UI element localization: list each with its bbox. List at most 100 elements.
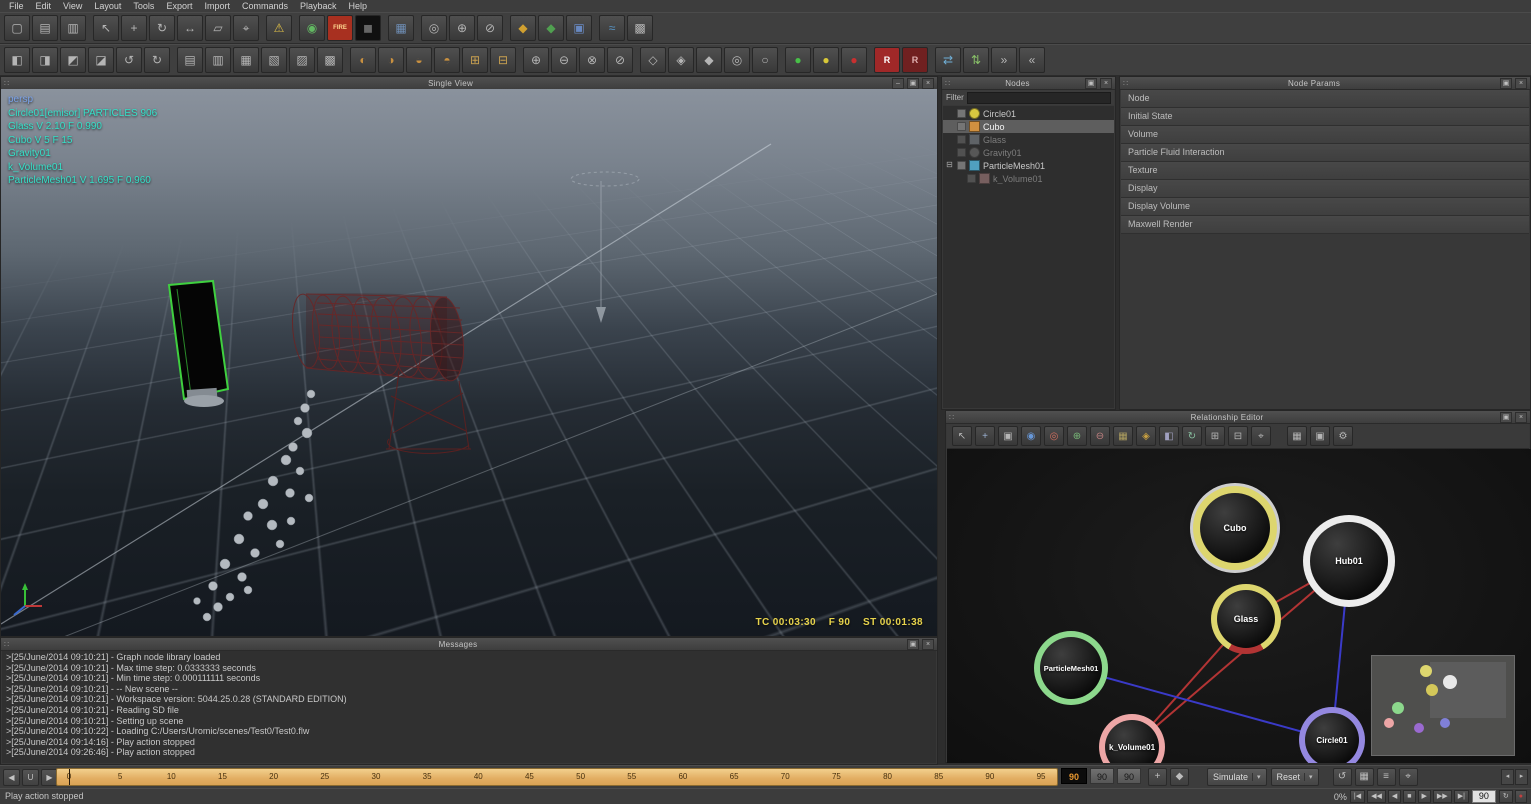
cube-object-icon[interactable]: ◆ <box>510 15 536 41</box>
re-unlink-icon[interactable]: ◎ <box>1044 426 1064 446</box>
param-section-maxwell-render[interactable]: Maxwell Render <box>1121 216 1529 234</box>
panel-grip-icon[interactable]: ∷ <box>945 79 950 88</box>
layout-quad-icon[interactable]: ▦ <box>233 47 259 73</box>
timeline-scroll-left-button[interactable]: ◀ <box>3 769 20 786</box>
mesh-standard-icon[interactable]: ◇ <box>640 47 666 73</box>
daemon-wind-icon[interactable]: ⊖ <box>551 47 577 73</box>
menu-export[interactable]: Export <box>160 1 198 11</box>
param-section-volume[interactable]: Volume <box>1121 126 1529 144</box>
sync-icon[interactable]: « <box>1019 47 1045 73</box>
menu-import[interactable]: Import <box>198 1 236 11</box>
float-button[interactable]: ▣ <box>907 77 919 89</box>
marker-button[interactable]: ◆ <box>1170 767 1189 786</box>
re-add-node-icon[interactable]: ⊕ <box>1067 426 1087 446</box>
graph-node-glass[interactable]: Glass <box>1211 584 1281 654</box>
re-layout-icon[interactable]: ▦ <box>1113 426 1133 446</box>
timeline-sync-button[interactable]: U <box>22 769 39 786</box>
simulate-dropdown-arrow[interactable]: ▾ <box>1252 772 1261 781</box>
re-color-mode-icon[interactable]: ◈ <box>1136 426 1156 446</box>
float-button[interactable]: ▣ <box>1085 77 1097 89</box>
center-playhead-button[interactable]: ⌖ <box>1398 767 1418 786</box>
node-item-circle01[interactable]: Circle01 <box>943 107 1114 120</box>
camera-view-icon[interactable]: ▦ <box>388 15 414 41</box>
layout-custom-icon[interactable]: ▩ <box>317 47 343 73</box>
loop-playback-button[interactable]: ↻ <box>1498 790 1513 803</box>
emitter-object[interactable] <box>167 279 230 407</box>
expander-icon[interactable]: ⊟ <box>945 161 954 170</box>
timeline-track[interactable]: 05101520253035404550556065707580859095 <box>56 768 1058 786</box>
graph-node-cubo[interactable]: Cubo <box>1193 486 1277 570</box>
scale-tool-icon[interactable]: ↔ <box>177 15 203 41</box>
param-section-display-volume[interactable]: Display Volume <box>1121 198 1529 216</box>
grid-layers-icon[interactable]: ▩ <box>627 15 653 41</box>
move-tool-icon[interactable]: + <box>121 15 147 41</box>
float-button[interactable]: ▣ <box>1500 411 1512 423</box>
new-scene-icon[interactable]: ▢ <box>4 15 30 41</box>
add-keyframe-button[interactable]: + <box>1148 767 1167 786</box>
re-table-view-icon[interactable]: ▦ <box>1287 426 1307 446</box>
node-item-gravity01[interactable]: Gravity01 <box>943 146 1114 159</box>
link-node-icon[interactable]: ⊕ <box>449 15 475 41</box>
panel-grip-icon[interactable]: ∷ <box>4 640 9 649</box>
node-item-cubo[interactable]: Cubo <box>943 120 1114 133</box>
panel-grip-icon[interactable]: ∷ <box>4 79 9 88</box>
relationship-minimap[interactable] <box>1371 655 1515 756</box>
maxwell-display-icon[interactable]: ◼ <box>355 15 381 41</box>
fire-preview-icon[interactable]: FIRE <box>327 15 353 41</box>
export-data-icon[interactable]: ◩ <box>60 47 86 73</box>
re-zoom-out-icon[interactable]: ⊟ <box>1228 426 1248 446</box>
relationship-graph-canvas[interactable]: Cubo Hub01 Glass ParticleMesh01 k_Volume01 Ci… <box>947 449 1531 763</box>
step-back-button[interactable]: ◀◀ <box>1367 790 1386 803</box>
layout-horizontal-icon[interactable]: ▧ <box>261 47 287 73</box>
timeline-collapse-left-button[interactable]: ◂ <box>1501 768 1514 785</box>
pivot-tool-icon[interactable]: ⌖ <box>233 15 259 41</box>
panel-grip-icon[interactable]: ∷ <box>1123 79 1128 88</box>
undo-icon[interactable]: ↺ <box>116 47 142 73</box>
import-data-icon[interactable]: ◪ <box>88 47 114 73</box>
mesh-object-icon[interactable]: ◆ <box>538 15 564 41</box>
reset-dropdown-arrow[interactable]: ▾ <box>1304 772 1313 781</box>
loop-mode-button[interactable]: ↺ <box>1332 767 1352 786</box>
close-button[interactable]: × <box>922 77 934 89</box>
object-cube-icon[interactable]: ⊞ <box>462 47 488 73</box>
re-remove-node-icon[interactable]: ⊖ <box>1090 426 1110 446</box>
render-icon[interactable]: R <box>874 47 900 73</box>
step-forward-button[interactable]: ▶▶ <box>1432 790 1452 803</box>
redo-icon[interactable]: ↻ <box>144 47 170 73</box>
menu-file[interactable]: File <box>3 1 30 11</box>
graph-node-particlemesh01[interactable]: ParticleMesh01 <box>1034 631 1108 705</box>
mesh-renderkit-icon[interactable]: ◈ <box>668 47 694 73</box>
layout-split-icon[interactable]: ▥ <box>205 47 231 73</box>
options-button[interactable]: ≡ <box>1376 767 1396 786</box>
timeline-collapse-right-button[interactable]: ▸ <box>1515 768 1528 785</box>
emitter-square-icon[interactable]: ◑ <box>378 47 404 73</box>
param-section-initial-state[interactable]: Initial State <box>1121 108 1529 126</box>
menu-view[interactable]: View <box>57 1 88 11</box>
rotate-tool-icon[interactable]: ↻ <box>149 15 175 41</box>
share-icon[interactable]: » <box>991 47 1017 73</box>
close-button[interactable]: × <box>1515 77 1527 89</box>
end-frame-field[interactable]: 90 <box>1090 768 1114 784</box>
re-select-icon[interactable]: ↖ <box>952 426 972 446</box>
reset-warning-icon[interactable]: ⚠ <box>266 15 292 41</box>
close-button[interactable]: × <box>1100 77 1112 89</box>
emitter-sphere-icon[interactable]: ◒ <box>406 47 432 73</box>
plane-tool-icon[interactable]: ▱ <box>205 15 231 41</box>
go-start-button[interactable]: |◀ <box>1349 790 1366 803</box>
viewport-3d-view[interactable]: persp Circle01[emisor] PARTICLES 906 Glass… <box>1 89 937 636</box>
status-red-icon[interactable]: ● <box>841 47 867 73</box>
panel-grip-icon[interactable]: ∷ <box>949 413 954 422</box>
re-pan-icon[interactable]: + <box>975 426 995 446</box>
node-item-particlemesh01[interactable]: ⊟ ParticleMesh01 <box>943 159 1114 172</box>
param-section-texture[interactable]: Texture <box>1121 162 1529 180</box>
record-button[interactable]: ● <box>1514 790 1527 803</box>
daemon-noise-icon[interactable]: ⊘ <box>607 47 633 73</box>
close-button[interactable]: × <box>922 638 934 650</box>
volume-icon[interactable]: ○ <box>752 47 778 73</box>
drum-object[interactable] <box>289 293 467 383</box>
drum-stand[interactable] <box>386 370 471 454</box>
re-center-icon[interactable]: ⌖ <box>1251 426 1271 446</box>
emitter-cylinder-icon[interactable]: ◓ <box>434 47 460 73</box>
param-section-node[interactable]: Node <box>1121 90 1529 108</box>
hub-node-icon[interactable]: ◎ <box>421 15 447 41</box>
